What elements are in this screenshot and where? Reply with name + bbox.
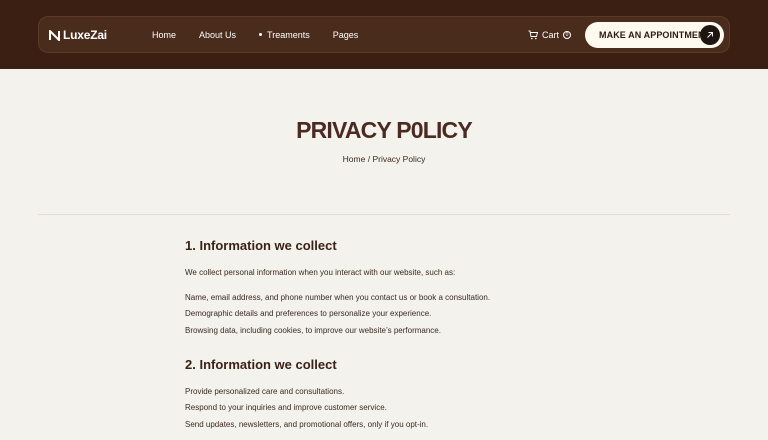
breadcrumb-current: Privacy Policy [372, 154, 426, 164]
active-dot-icon [259, 33, 263, 36]
divider [38, 214, 730, 215]
arrow-up-right-icon [700, 25, 720, 45]
page-title: PRIVACY P0LICY [296, 117, 473, 143]
cart-count-badge: 0 [563, 30, 572, 39]
logo[interactable]: LuxeZai [49, 27, 107, 43]
nav-menu: Home About Us Treaments Pages [152, 17, 358, 52]
cart-icon [528, 30, 538, 39]
nav-link-pages[interactable]: Pages [333, 30, 359, 40]
make-appointment-button[interactable]: MAKE AN APPOINTMENT [585, 22, 724, 48]
list-item: Respond to your inquiries and improve cu… [185, 403, 387, 412]
list-item: Send updates, newsletters, and promotion… [185, 420, 429, 429]
nav-link-label: Home [152, 29, 177, 40]
list-item: Provide personalized care and consultati… [185, 387, 345, 396]
brand-name: LuxeZai [63, 28, 107, 42]
list-item: Name, email address, and phone number wh… [185, 293, 491, 302]
nav-link-label: Treaments [267, 29, 310, 40]
navbar: LuxeZai Home About Us Treaments Pages Ca… [38, 16, 730, 53]
nav-link-label: About Us [199, 29, 237, 40]
breadcrumb-home-link[interactable]: Home [343, 154, 366, 164]
appointment-label: MAKE AN APPOINTMENT [599, 30, 711, 40]
cart-button[interactable]: Cart 0 [528, 17, 572, 52]
section-heading: 2. Information we collect [185, 357, 337, 372]
nav-link-about[interactable]: About Us [199, 30, 236, 40]
section-heading: 1. Information we collect [185, 238, 337, 253]
nav-link-treatments[interactable]: Treaments [259, 30, 310, 40]
nav-link-label: Pages [332, 29, 359, 40]
cart-label: Cart [542, 29, 560, 40]
list-item: Browsing data, including cookies, to imp… [185, 326, 441, 335]
logo-icon [49, 29, 60, 41]
breadcrumb: Home / Privacy Policy [0, 154, 768, 164]
section-intro: We collect personal information when you… [185, 268, 456, 277]
nav-link-home[interactable]: Home [152, 30, 176, 40]
list-item: Demographic details and preferences to p… [185, 309, 432, 318]
